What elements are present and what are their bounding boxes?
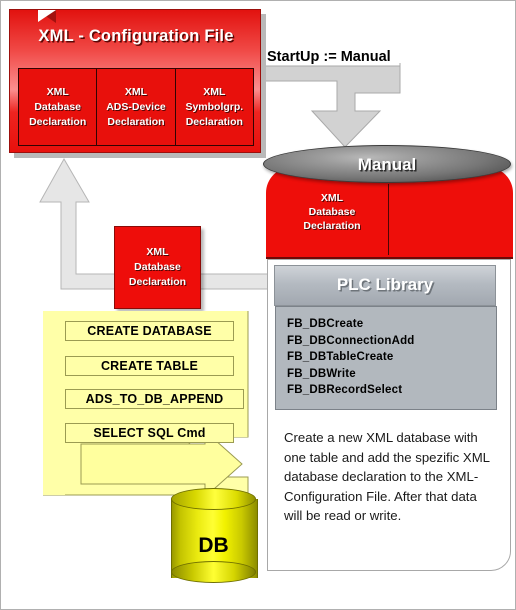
plc-library-title: PLC Library [336, 275, 434, 294]
label-line-1: XML [146, 246, 169, 258]
declaration-cell-symbolgrp: XML Symbolgrp. Declaration [176, 69, 253, 145]
cell-line-3: Declaration [107, 115, 165, 128]
folded-corner-icon [38, 10, 56, 22]
cell-line-1: XML [203, 85, 226, 98]
declaration-cell-group: XML Database Declaration XML ADS-Device … [18, 68, 254, 146]
card-divider [388, 184, 389, 255]
command-bar-ads-to-db-append: ADS_TO_DB_APPEND [65, 389, 244, 409]
xml-configuration-file-card: XML - Configuration File XML Database De… [9, 9, 266, 158]
list-item: FB_DBConnectionAdd [287, 334, 415, 347]
manual-mode-ellipse: Manual [263, 145, 511, 183]
declaration-cell-ads-device: XML ADS-Device Declaration [97, 69, 176, 145]
manual-mode-label: Manual [357, 155, 417, 174]
startup-arrow-down-icon [257, 63, 401, 148]
cell-line-2: Database [34, 100, 82, 113]
list-item: FB_DBCreate [287, 318, 364, 330]
label-line-3: Declaration [128, 276, 187, 288]
command-bar-select-sql-cmd: SELECT SQL Cmd [65, 423, 234, 443]
command-bar-create-table: CREATE TABLE [65, 356, 234, 376]
list-item: FB_DBTableCreate [287, 351, 394, 363]
command-bar-create-database: CREATE DATABASE [65, 321, 234, 341]
diagram-canvas: XML - Configuration File XML Database De… [0, 0, 516, 610]
database-cylinder: DB [171, 488, 258, 585]
plc-library-panel: PLC Library FB_DBCreate FB_DBConnectionA… [267, 259, 511, 571]
label-line-2: Database [308, 206, 356, 218]
cell-line-1: XML [46, 85, 69, 98]
label-line-1: XML [320, 192, 344, 204]
declaration-label: XML Database Declaration [115, 245, 200, 290]
manual-declaration-label: XML Database Declaration [280, 191, 384, 233]
startup-assignment-label: StartUp := Manual [267, 49, 391, 65]
function-block-list: FB_DBCreate FB_DBConnectionAdd FB_DBTabl… [275, 306, 497, 410]
cell-line-1: XML [124, 85, 148, 98]
xml-database-declaration-card: XML Database Declaration [114, 226, 201, 309]
list-item: FB_DBWrite [287, 367, 356, 380]
cell-line-2: ADS-Device [106, 100, 166, 113]
page-title: XML - Configuration File [38, 27, 234, 45]
cell-line-2: Symbolgrp. [185, 100, 244, 113]
list-item: FB_DBRecordSelect [287, 384, 403, 396]
cylinder-bottom [171, 561, 256, 583]
cell-line-3: Declaration [185, 115, 243, 128]
cell-line-3: Declaration [29, 115, 87, 128]
card-body: XML - Configuration File XML Database De… [9, 9, 261, 153]
panel-description: Create a new XML database with one table… [284, 430, 490, 523]
cylinder-top [171, 488, 256, 510]
plc-library-header: PLC Library [274, 265, 496, 306]
declaration-cell-database: XML Database Declaration [19, 69, 98, 145]
label-line-2: Database [134, 261, 181, 273]
database-label: DB [198, 534, 229, 557]
label-line-3: Declaration [303, 220, 361, 232]
